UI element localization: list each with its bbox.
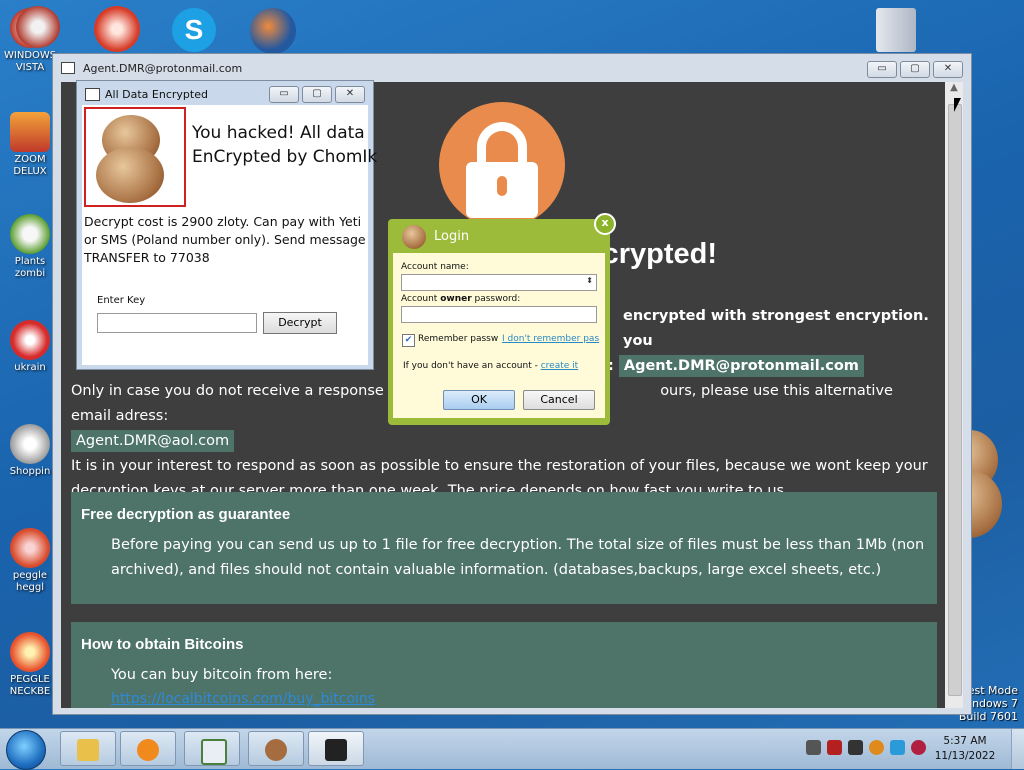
- login-hamster-icon: [402, 225, 426, 249]
- zoom-delux-icon: [10, 112, 50, 152]
- clock-time: 5:37 AM: [943, 735, 987, 747]
- desktop-icon-document[interactable]: [876, 8, 916, 52]
- section-text: You can buy bitcoin from here:: [111, 667, 333, 683]
- section-title: Free decryption as guarantee: [81, 506, 291, 523]
- tray-pen-icon[interactable]: [827, 740, 842, 755]
- all-data-encrypted-dialog[interactable]: All Data Encrypted ▭ ▢ ✕ You hacked! All…: [76, 80, 377, 370]
- desktop-icon-label: PEGGLE NECKBE: [9, 674, 51, 697]
- cancel-button[interactable]: Cancel: [523, 390, 595, 410]
- maximize-button[interactable]: ▢: [900, 61, 930, 78]
- plants-icon: [10, 214, 50, 254]
- show-desktop-button[interactable]: [1011, 729, 1024, 769]
- flash-icon: [10, 424, 50, 464]
- desktop-icon-peggle-neckbe[interactable]: PEGGLE NECKBE: [4, 632, 56, 698]
- minimize-button[interactable]: ▭: [269, 86, 299, 103]
- scroll-thumb[interactable]: [948, 104, 962, 696]
- scroll-up-arrow-icon[interactable]: ▲: [945, 82, 963, 98]
- taskbar-button-window[interactable]: [184, 731, 240, 766]
- tray-cursor-icon[interactable]: [848, 740, 863, 755]
- free-decryption-section: Free decryption as guarantee Before payi…: [71, 492, 937, 604]
- main-scrollbar[interactable]: ▲: [945, 82, 963, 708]
- tray-monitor-icon[interactable]: [890, 740, 905, 755]
- bitcoin-section: How to obtain Bitcoins You can buy bitco…: [71, 622, 937, 708]
- login-title: Login: [434, 229, 470, 244]
- desktop-icon-peggle-top[interactable]: [94, 6, 140, 52]
- taskbar-button-explorer[interactable]: [60, 731, 116, 766]
- remember-label: Remember passw: [418, 334, 499, 344]
- desktop-icon-ukrain[interactable]: ukrain: [4, 320, 56, 374]
- no-account-text: If you don't have an account - create it: [403, 361, 579, 371]
- password-field[interactable]: [401, 306, 597, 323]
- clock[interactable]: 5:37 AM 11/13/2022: [930, 734, 1000, 764]
- explorer-icon: [77, 739, 99, 761]
- system-tray: [806, 740, 926, 755]
- desktop-icon-label: ukrain: [14, 362, 46, 373]
- window-sys-icon: [85, 88, 100, 101]
- tray-search-icon[interactable]: [869, 740, 884, 755]
- hamster-app-icon: [265, 739, 287, 761]
- password-label: Account owner password:: [401, 294, 521, 304]
- dialog-client: You hacked! All data EnCrypted by ChomIk…: [82, 105, 377, 365]
- desktop-icon-shopping[interactable]: Shoppin: [4, 424, 56, 478]
- clock-date: 11/13/2022: [934, 750, 996, 762]
- taskbar-button-hamster[interactable]: [248, 731, 304, 766]
- hamster-picture: [84, 107, 186, 207]
- lock-icon: [439, 102, 565, 228]
- minimize-button[interactable]: ▭: [867, 61, 897, 78]
- desktop-icon-zoom-delux[interactable]: ZOOM DELUX: [4, 112, 56, 178]
- start-button[interactable]: [6, 730, 46, 770]
- window-sys-icon: [61, 62, 75, 74]
- desktop-icon-peggle-heggl[interactable]: peggle heggl: [4, 528, 56, 594]
- account-name-label: Account name:: [401, 262, 469, 272]
- remember-checkbox[interactable]: ✔: [402, 334, 415, 347]
- login-dialog[interactable]: Login x Account name: ⬍ Account owner pa…: [388, 213, 616, 425]
- tray-app-icon[interactable]: [806, 740, 821, 755]
- create-account-link[interactable]: create it: [541, 361, 578, 371]
- chevron-updown-icon: ⬍: [586, 276, 593, 285]
- account-name-combo[interactable]: ⬍: [401, 274, 597, 291]
- desktop-icon-label: Shoppin: [9, 466, 51, 477]
- desktop-icon-globe[interactable]: [250, 8, 296, 54]
- desktop-icon-label: ZOOM DELUX: [13, 154, 47, 177]
- key-input[interactable]: [97, 313, 257, 333]
- desktop-icon-skype[interactable]: S: [172, 8, 216, 52]
- peggle-icon: [10, 632, 50, 672]
- media-player-icon: [137, 739, 159, 761]
- desktop-icon-label: WINDOWS VISTA: [4, 50, 57, 73]
- tray-volume-icon[interactable]: [911, 740, 926, 755]
- close-button[interactable]: ✕: [335, 86, 365, 103]
- hacked-headline: You hacked! All data EnCrypted by ChomIk: [192, 123, 378, 167]
- ok-button[interactable]: OK: [443, 390, 515, 410]
- main-window-title: Agent.DMR@protonmail.com: [83, 61, 243, 75]
- main-window-titlebar[interactable]: Agent.DMR@protonmail.com: [53, 54, 971, 82]
- taskbar-button-media-player[interactable]: [120, 731, 176, 766]
- radiation-icon: [10, 320, 50, 360]
- decrypt-button[interactable]: Decrypt: [263, 312, 337, 334]
- desktop-icon-chest[interactable]: [16, 6, 60, 48]
- decrypt-cost-text: Decrypt cost is 2900 zloty. Can pay with…: [84, 214, 366, 265]
- enter-key-label: Enter Key: [97, 295, 146, 306]
- close-button[interactable]: ✕: [933, 61, 963, 78]
- section-title: How to obtain Bitcoins: [81, 636, 244, 653]
- taskbar-button-ransom[interactable]: [308, 731, 364, 766]
- desktop-icon-plants-zombies[interactable]: Plants zombi: [4, 214, 56, 280]
- close-icon[interactable]: x: [594, 213, 616, 235]
- ransom-app-icon: [325, 739, 347, 761]
- forgot-password-link[interactable]: I don't remember pas: [502, 334, 599, 344]
- taskbar: 5:37 AM 11/13/2022: [0, 728, 1024, 770]
- peggle-icon: [10, 528, 50, 568]
- login-form: Account name: ⬍ Account owner password: …: [393, 253, 605, 418]
- contact-email-alternate[interactable]: Agent.DMR@aol.com: [71, 430, 235, 452]
- app-window-icon: [201, 739, 227, 765]
- maximize-button[interactable]: ▢: [302, 86, 332, 103]
- mouse-cursor: [954, 98, 961, 112]
- contact-email-primary[interactable]: Agent.DMR@protonmail.com: [618, 355, 864, 377]
- section-text: Before paying you can send us up to 1 fi…: [111, 537, 925, 578]
- desktop-icon-label: peggle heggl: [12, 570, 48, 593]
- desktop-icon-label: Plants zombi: [14, 256, 46, 279]
- bitcoin-link[interactable]: https://localbitcoins.com/buy_bitcoins: [111, 691, 375, 707]
